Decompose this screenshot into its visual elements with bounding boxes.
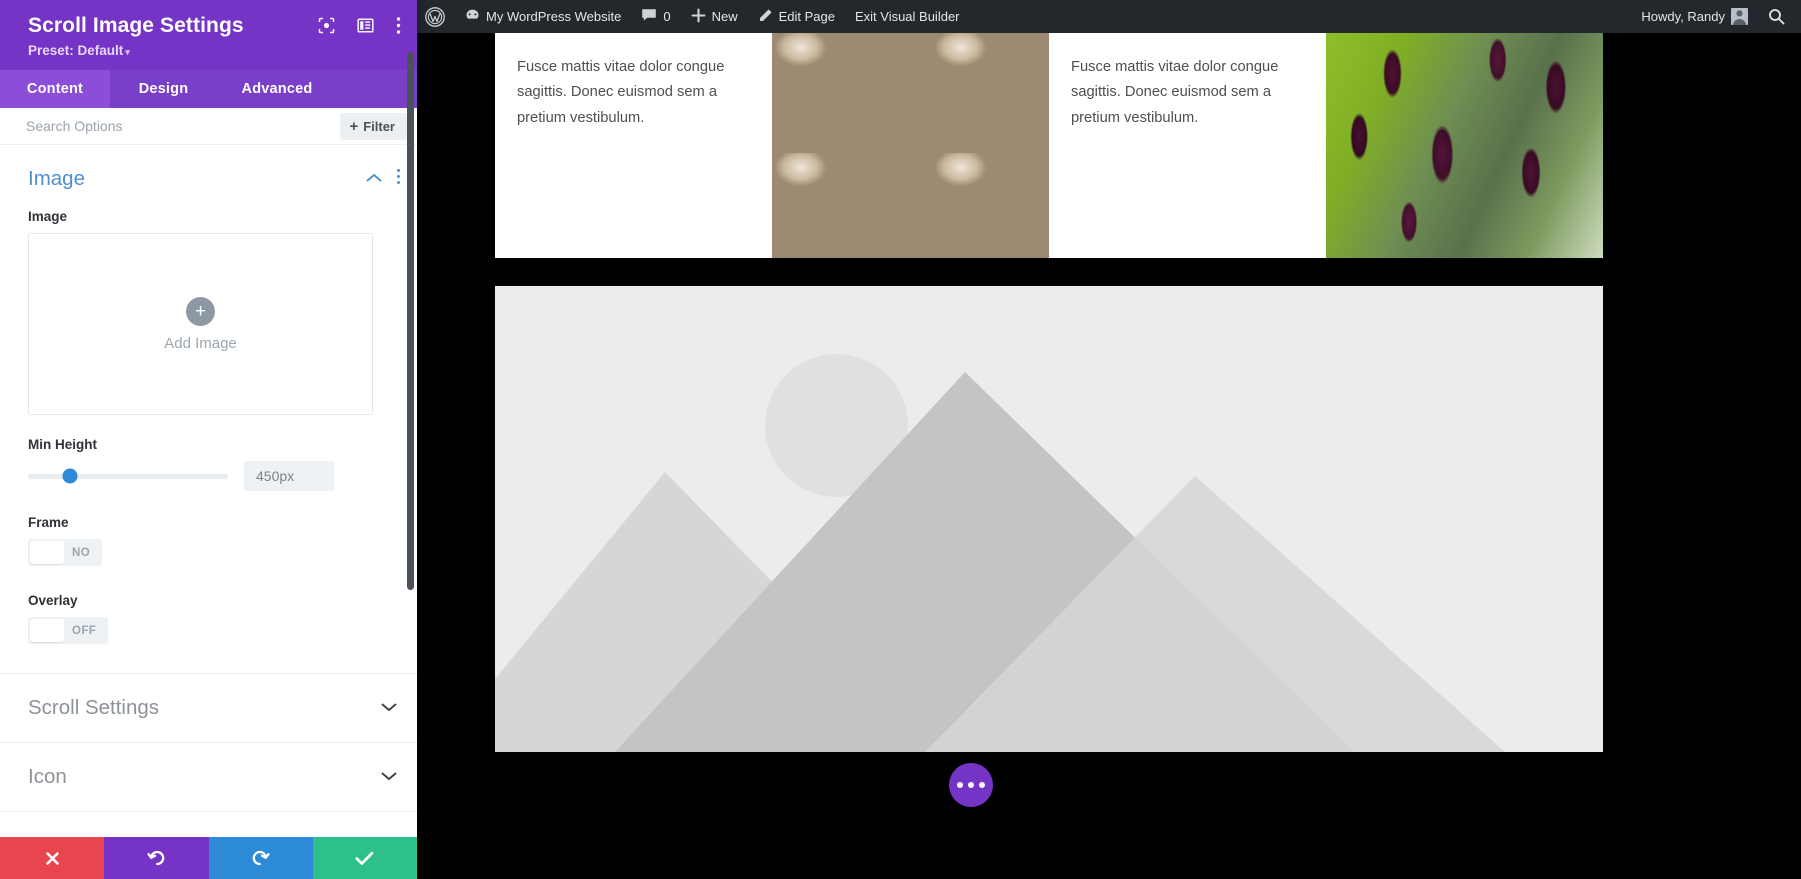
save-button[interactable]	[313, 837, 417, 879]
section-title-scroll-settings: Scroll Settings	[28, 696, 159, 720]
comments-count: 0	[663, 9, 670, 24]
potatoes-image	[772, 33, 1049, 258]
field-min-height: Min Height	[0, 437, 417, 491]
toggle-knob	[30, 541, 64, 564]
min-height-value-input[interactable]	[244, 461, 334, 491]
edit-page-link[interactable]: Edit Page	[748, 0, 845, 33]
toggle-knob	[30, 619, 64, 642]
section-header-icon[interactable]: Icon	[0, 743, 417, 812]
field-label-min-height: Min Height	[28, 437, 389, 452]
scroll-image-placeholder-module[interactable]	[495, 286, 1603, 752]
overlay-toggle-state: OFF	[66, 625, 108, 637]
page-settings-fab[interactable]	[949, 763, 993, 807]
search-input[interactable]	[26, 118, 340, 134]
chevron-up-icon[interactable]	[366, 170, 382, 188]
pepper-plant-image	[1326, 33, 1603, 258]
min-height-control	[28, 461, 389, 491]
frame-toggle[interactable]: NO	[28, 539, 102, 566]
layout-icon[interactable]	[357, 17, 374, 34]
preset-label: Preset: Default	[28, 43, 123, 58]
site-name-label: My WordPress Website	[486, 9, 621, 24]
placeholder-mountain-shape	[495, 286, 1603, 752]
panel-scrollbar[interactable]	[407, 52, 414, 590]
more-vertical-icon[interactable]	[396, 168, 401, 190]
text-card[interactable]: Fusce mattis vitae dolor congue sagittis…	[495, 33, 772, 258]
potatoes-photo[interactable]	[772, 33, 1049, 258]
pencil-icon	[758, 8, 773, 26]
search-icon[interactable]	[1758, 0, 1801, 33]
panel-footer	[0, 837, 417, 879]
plus-icon: +	[186, 297, 215, 326]
plus-icon: +	[349, 119, 358, 134]
more-vertical-icon[interactable]	[396, 16, 401, 35]
content-row: Fusce mattis vitae dolor congue sagittis…	[495, 33, 1603, 258]
slider-thumb[interactable]	[63, 469, 78, 484]
filter-button[interactable]: + Filter	[340, 113, 407, 140]
text-card[interactable]: Fusce mattis vitae dolor congue sagittis…	[1049, 33, 1326, 258]
field-label-overlay: Overlay	[28, 593, 389, 608]
module-settings-panel: Scroll Image Settings Preset: Default▾	[0, 0, 417, 879]
panel-tabs: Content Design Advanced	[0, 70, 417, 108]
frame-toggle-state: NO	[66, 547, 102, 559]
section-header-scroll-settings[interactable]: Scroll Settings	[0, 674, 417, 743]
section-header-image[interactable]: Image	[0, 145, 417, 205]
new-content-menu[interactable]: New	[681, 0, 748, 33]
pepper-plant-photo[interactable]	[1326, 33, 1603, 258]
add-image-dropzone[interactable]: + Add Image	[28, 233, 373, 415]
visual-builder-canvas: Fusce mattis vitae dolor congue sagittis…	[417, 33, 1801, 879]
section-title-icon: Icon	[28, 765, 67, 789]
dot	[968, 782, 974, 788]
chevron-down-icon[interactable]	[381, 699, 397, 717]
comments-menu[interactable]: 0	[631, 0, 680, 33]
tab-design[interactable]: Design	[110, 70, 217, 108]
section-image-actions	[366, 168, 401, 190]
panel-body: Image Image + Add Image	[0, 145, 417, 879]
filter-button-label: Filter	[363, 119, 395, 134]
field-frame: Frame NO	[0, 515, 417, 569]
overlay-toggle[interactable]: OFF	[28, 617, 108, 644]
dot	[957, 782, 963, 788]
panel-header: Scroll Image Settings Preset: Default▾	[0, 0, 417, 70]
howdy-label: Howdy, Randy	[1641, 9, 1725, 24]
wordpress-logo-icon[interactable]	[417, 0, 455, 33]
add-image-label: Add Image	[164, 335, 237, 352]
dashboard-icon	[465, 8, 480, 26]
focus-icon[interactable]	[318, 17, 335, 34]
tab-content[interactable]: Content	[0, 70, 110, 108]
section-title-image: Image	[28, 167, 85, 191]
redo-button[interactable]	[209, 837, 313, 879]
avatar	[1731, 8, 1748, 25]
account-menu[interactable]: Howdy, Randy	[1631, 0, 1758, 33]
dot	[979, 782, 985, 788]
edit-page-label: Edit Page	[779, 9, 835, 24]
card-body-text: Fusce mattis vitae dolor congue sagittis…	[517, 55, 746, 131]
panel-header-actions	[318, 16, 401, 35]
wordpress-admin-bar: My WordPress Website 0 New Edit Page Exi…	[417, 0, 1801, 33]
field-overlay: Overlay OFF	[0, 593, 417, 647]
chevron-down-icon[interactable]	[381, 768, 397, 786]
field-label-frame: Frame	[28, 515, 389, 530]
tab-advanced[interactable]: Advanced	[217, 70, 337, 108]
site-name-menu[interactable]: My WordPress Website	[455, 0, 631, 33]
card-body-text: Fusce mattis vitae dolor congue sagittis…	[1071, 55, 1300, 131]
field-image: Image + Add Image	[0, 209, 417, 415]
undo-button[interactable]	[104, 837, 208, 879]
search-row: + Filter	[0, 108, 417, 145]
min-height-slider[interactable]	[28, 474, 228, 479]
preset-selector[interactable]: Preset: Default▾	[28, 43, 397, 58]
new-label: New	[712, 9, 738, 24]
field-label-image: Image	[28, 209, 389, 224]
comment-bubble-icon	[641, 8, 657, 26]
chevron-down-icon: ▾	[125, 47, 130, 57]
plus-icon	[691, 8, 706, 26]
exit-visual-builder-link[interactable]: Exit Visual Builder	[845, 0, 970, 33]
cancel-button[interactable]	[0, 837, 104, 879]
